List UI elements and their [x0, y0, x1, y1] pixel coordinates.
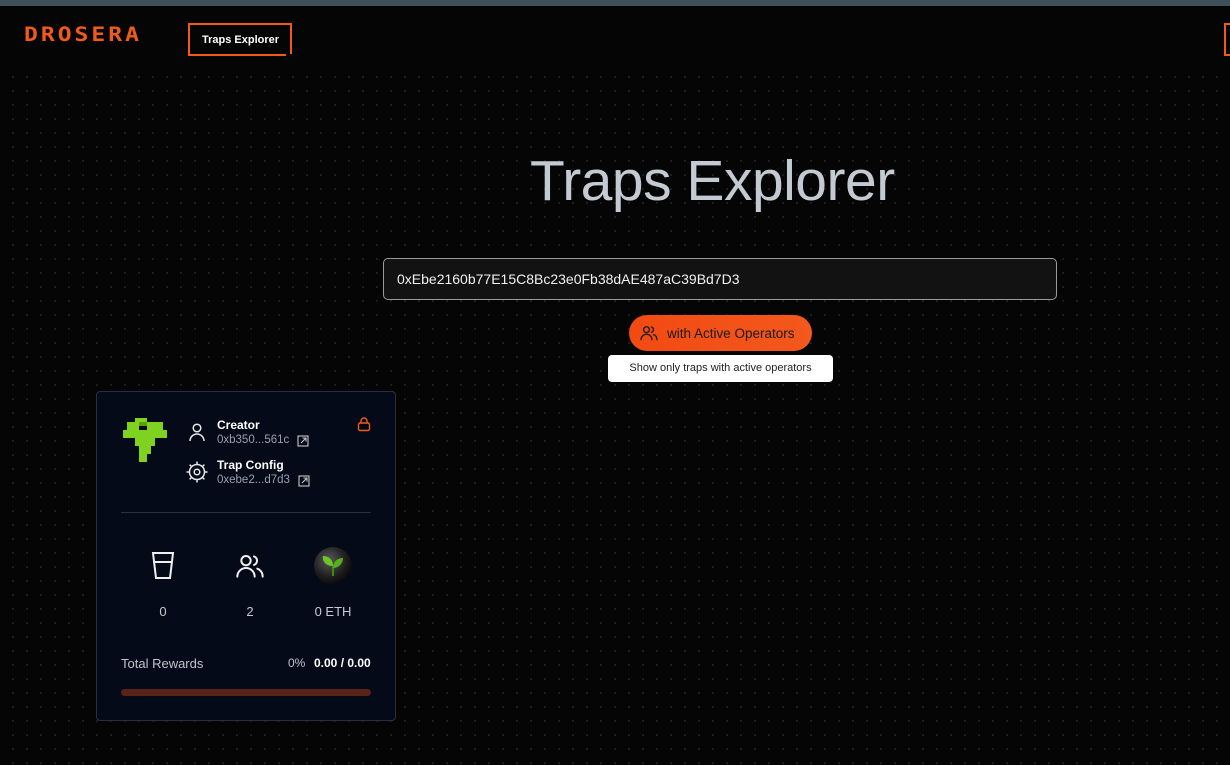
rewards-progress-bar — [121, 689, 371, 696]
page-title: Traps Explorer — [530, 149, 895, 213]
gear-icon — [186, 461, 208, 483]
lock-icon — [357, 417, 371, 432]
active-operators-filter-button[interactable]: with Active Operators — [629, 315, 812, 351]
users-icon — [640, 326, 658, 341]
header-bar — [0, 6, 1230, 68]
drosera-logo[interactable]: DROSERA — [24, 24, 142, 46]
stat-value: 2 — [246, 604, 254, 619]
external-link-icon[interactable] — [298, 475, 310, 487]
card-divider — [121, 512, 371, 513]
trap-card[interactable]: Creator 0xb350...561c Trap Config 0xebe2… — [96, 391, 396, 721]
filter-button-label: with Active Operators — [667, 325, 795, 341]
creator-label: Creator — [217, 418, 260, 432]
stat-value: 0 ETH — [314, 604, 352, 619]
trap-config-label: Trap Config — [217, 458, 284, 472]
total-rewards-percent: 0% — [288, 656, 306, 670]
external-link-icon[interactable] — [297, 435, 309, 447]
filter-tooltip: Show only traps with active operators — [608, 355, 833, 382]
sprout-icon — [314, 547, 352, 585]
header-right-button[interactable] — [1224, 23, 1230, 56]
nav-tab-traps-explorer[interactable]: Traps Explorer — [188, 23, 292, 56]
trap-pixel-avatar-icon — [123, 418, 167, 462]
trap-search-input[interactable] — [383, 258, 1057, 300]
stat-operators: 2 — [215, 544, 285, 619]
stat-eth: 0 ETH — [298, 544, 368, 619]
trap-config-address[interactable]: 0xebe2...d7d3 — [217, 474, 290, 486]
stat-cup: 0 — [128, 544, 198, 619]
stat-value: 0 — [159, 604, 167, 619]
total-rewards-label: Total Rewards — [121, 656, 204, 671]
user-icon — [189, 423, 205, 442]
cup-icon — [151, 552, 175, 579]
total-rewards-amount: 0.00 / 0.00 — [314, 656, 371, 670]
users-icon — [236, 555, 264, 578]
creator-address[interactable]: 0xb350...561c — [217, 434, 289, 446]
